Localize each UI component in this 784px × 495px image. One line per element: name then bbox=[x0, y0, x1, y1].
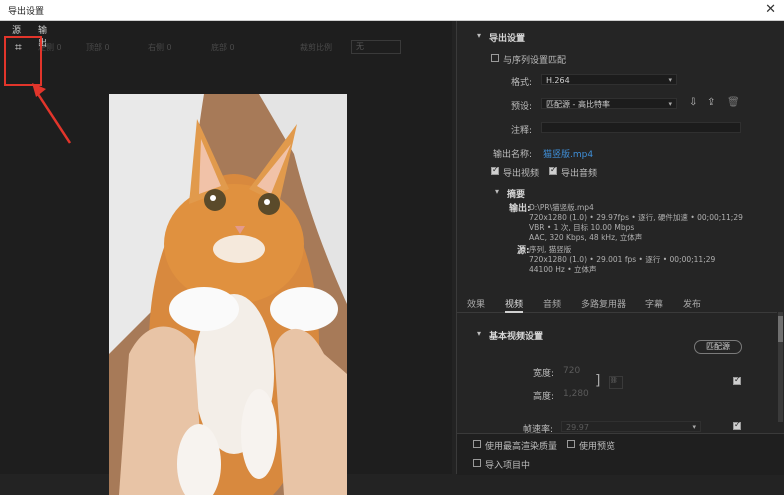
tab-multiplexer[interactable]: 多路复用器 bbox=[581, 297, 626, 310]
export-settings-title: 导出设置 bbox=[489, 34, 526, 44]
collapse-icon[interactable]: ▾ bbox=[477, 31, 481, 40]
crop-ratio-label: 裁剪比例 bbox=[300, 43, 332, 52]
use-previews-label: 使用预览 bbox=[579, 442, 616, 452]
tab-publish[interactable]: 发布 bbox=[683, 297, 701, 310]
output-name-link[interactable]: 猫竖版.mp4 bbox=[543, 147, 593, 160]
video-preview-frame bbox=[109, 94, 347, 495]
crop-bottom[interactable]: 底部 0 bbox=[211, 42, 235, 53]
summary-source-line: 44100 Hz • 立体声 bbox=[529, 265, 597, 274]
annotation-highlight-box bbox=[4, 36, 42, 86]
match-sequence-checkbox[interactable] bbox=[491, 54, 499, 62]
settings-tabs: 效果 视频 音频 多路复用器 字幕 发布 bbox=[457, 292, 777, 313]
annotation-arrow-icon bbox=[32, 83, 72, 144]
width-value[interactable]: 720 bbox=[563, 366, 580, 376]
delete-preset-icon[interactable]: 🗑 bbox=[727, 97, 740, 108]
comment-label: 注释: bbox=[511, 126, 533, 136]
output-name-label: 输出名称: bbox=[493, 150, 533, 160]
max-render-quality-checkbox[interactable] bbox=[473, 440, 481, 448]
save-preset-icon[interactable]: ⇩ bbox=[689, 97, 697, 108]
basic-video-title: 基本视频设置 bbox=[489, 332, 544, 342]
summary-output-label: 输出: bbox=[509, 204, 531, 214]
preset-value: 匹配源 - 高比特率 bbox=[546, 100, 610, 109]
height-label: 高度: bbox=[533, 392, 555, 402]
export-audio-label: 导出音频 bbox=[561, 169, 598, 179]
summary-source-label: 源: bbox=[517, 246, 530, 256]
crop-top[interactable]: 顶部 0 bbox=[86, 42, 110, 53]
height-value[interactable]: 1,280 bbox=[563, 389, 589, 399]
crop-toolbar: ⌗ 左侧 0 顶部 0 右侧 0 底部 0 裁剪比例 无 bbox=[8, 38, 448, 56]
width-label: 宽度: bbox=[533, 369, 555, 379]
crop-right[interactable]: 右侧 0 bbox=[148, 42, 172, 53]
summary-output-line: AAC, 320 Kbps, 48 kHz, 立体声 bbox=[529, 233, 643, 242]
match-source-button[interactable]: 匹配源 bbox=[694, 340, 742, 354]
export-video-checkbox[interactable] bbox=[491, 165, 499, 175]
summary-title: 摘要 bbox=[507, 190, 526, 200]
export-audio-checkbox[interactable] bbox=[549, 165, 557, 175]
use-previews-checkbox[interactable] bbox=[567, 440, 575, 448]
max-render-quality-label: 使用最高渲染质量 bbox=[485, 442, 558, 452]
import-into-project-checkbox[interactable] bbox=[473, 459, 481, 467]
import-into-project-label: 导入项目中 bbox=[485, 461, 531, 471]
comment-input[interactable] bbox=[541, 122, 741, 133]
match-sequence-label: 与序列设置匹配 bbox=[503, 56, 567, 66]
export-video-label: 导出视频 bbox=[503, 169, 540, 179]
tab-effects[interactable]: 效果 bbox=[467, 297, 485, 310]
link-bracket-icon: ] bbox=[595, 373, 601, 389]
width-height-checkbox[interactable] bbox=[733, 375, 741, 385]
tab-video[interactable]: 视频 bbox=[505, 297, 524, 313]
bottom-options: 使用最高渲染质量 使用预览 导入项目中 bbox=[457, 433, 784, 475]
chevron-down-icon: ▾ bbox=[692, 423, 696, 431]
window-titlebar: 导出设置 ✕ bbox=[0, 0, 784, 21]
preset-select[interactable]: 匹配源 - 高比特率 ▾ bbox=[541, 98, 677, 109]
collapse-icon[interactable]: ▾ bbox=[495, 187, 499, 196]
format-label: 格式: bbox=[511, 78, 533, 88]
frame-rate-value: 29.97 bbox=[566, 423, 589, 432]
export-settings-panel: ▾ 导出设置 与序列设置匹配 格式: H.264 ▾ 预设: 匹配源 - 高比特… bbox=[456, 21, 784, 475]
chevron-down-icon: ▾ bbox=[668, 100, 672, 108]
frame-rate-select[interactable]: 29.97 ▾ bbox=[561, 421, 701, 432]
tab-captions[interactable]: 字幕 bbox=[645, 297, 663, 310]
close-icon[interactable]: ✕ bbox=[765, 2, 776, 17]
crop-ratio-select[interactable]: 无 bbox=[351, 40, 401, 54]
settings-scrollbar[interactable] bbox=[778, 312, 783, 422]
scrollbar-thumb[interactable] bbox=[778, 316, 783, 342]
chevron-down-icon: ▾ bbox=[668, 76, 672, 84]
preview-panel: 源 输出 ⌗ 左侧 0 顶部 0 右侧 0 底部 0 裁剪比例 无 bbox=[0, 21, 452, 495]
chain-link-icon[interactable]: ⛓ bbox=[609, 376, 623, 389]
format-select[interactable]: H.264 ▾ bbox=[541, 74, 677, 85]
tab-source[interactable]: 源 bbox=[12, 23, 22, 37]
collapse-icon[interactable]: ▾ bbox=[477, 329, 481, 338]
format-value: H.264 bbox=[546, 76, 570, 85]
frame-rate-checkbox[interactable] bbox=[733, 420, 741, 430]
cat-photo bbox=[109, 94, 347, 495]
window-title: 导出设置 bbox=[8, 7, 45, 17]
preset-label: 预设: bbox=[511, 102, 533, 112]
tab-audio[interactable]: 音频 bbox=[543, 297, 561, 310]
import-preset-icon[interactable]: ⇪ bbox=[707, 97, 715, 108]
